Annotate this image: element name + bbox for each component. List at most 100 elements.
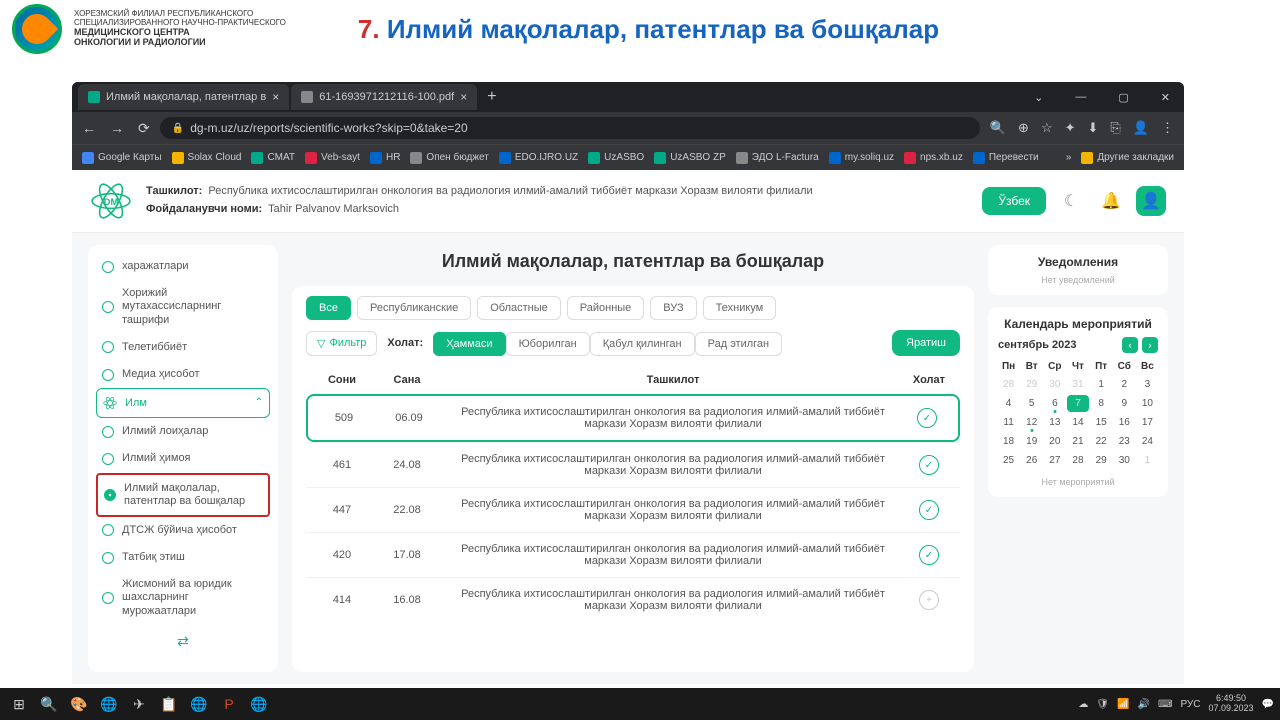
bookmark-item[interactable]: Veb-sayt: [305, 152, 360, 164]
filter-button[interactable]: ▽ Фильтр: [306, 331, 377, 356]
check-icon[interactable]: ✓: [919, 455, 939, 475]
calendar-day[interactable]: 21: [1067, 433, 1088, 450]
avatar-icon[interactable]: 👤: [1133, 120, 1149, 136]
scope-pill[interactable]: Техникум: [703, 296, 777, 320]
edge-icon[interactable]: 🌐: [186, 691, 212, 717]
bookmark-other[interactable]: Другие закладки: [1081, 152, 1174, 164]
calendar-day[interactable]: 3: [1137, 376, 1158, 393]
table-row[interactable]: 42017.08Республика ихтисослаштирилган он…: [306, 532, 960, 577]
status-pill[interactable]: Ҳаммаси: [433, 332, 505, 356]
sidebar-item[interactable]: Илмий мақолалар, патентлар ва бошқалар: [96, 473, 270, 517]
bell-icon[interactable]: 🔔: [1096, 186, 1126, 216]
check-icon[interactable]: ✓: [919, 500, 939, 520]
bookmark-item[interactable]: Google Карты: [82, 152, 162, 164]
calendar-day[interactable]: 12: [1021, 414, 1042, 431]
calendar-day[interactable]: 6: [1044, 395, 1065, 412]
browser-tab[interactable]: Илмий мақолалар, патентлар в ×: [78, 84, 289, 110]
swap-icon[interactable]: ⇄: [96, 633, 270, 650]
lang-indicator[interactable]: РУС: [1180, 699, 1200, 710]
bookmark-item[interactable]: HR: [370, 152, 400, 164]
calendar-day[interactable]: 8: [1091, 395, 1112, 412]
chrome-icon[interactable]: 🌐: [246, 691, 272, 717]
close-icon[interactable]: ✕: [1153, 89, 1178, 106]
forward-icon[interactable]: →: [110, 120, 124, 137]
bookmarks-chevron-icon[interactable]: »: [1066, 152, 1072, 163]
bookmark-item[interactable]: Solax Cloud: [172, 152, 242, 164]
bookmark-item[interactable]: UzASBO ZP: [654, 152, 726, 164]
bookmark-item[interactable]: EDO.IJRO.UZ: [499, 152, 578, 164]
bookmark-item[interactable]: UzASBO: [588, 152, 644, 164]
calendar-day[interactable]: 16: [1114, 414, 1135, 431]
sidebar-item[interactable]: харажатлари: [96, 253, 270, 280]
tray-icon[interactable]: ⌨: [1158, 699, 1172, 710]
back-icon[interactable]: ←: [82, 120, 96, 137]
check-icon[interactable]: ✓: [919, 545, 939, 565]
table-row[interactable]: 44722.08Республика ихтисослаштирилган он…: [306, 487, 960, 532]
star-icon[interactable]: ☆: [1041, 120, 1053, 136]
app-icon[interactable]: 🎨: [66, 691, 92, 717]
bookmark-item[interactable]: Перевести: [973, 152, 1039, 164]
bookmark-item[interactable]: my.soliq.uz: [829, 152, 894, 164]
chrome-icon[interactable]: 🌐: [96, 691, 122, 717]
tab-close-icon[interactable]: ×: [460, 90, 467, 104]
sidebar-item[interactable]: Татбиқ этиш: [96, 544, 270, 571]
reload-icon[interactable]: ⟳: [138, 120, 150, 137]
prev-month-icon[interactable]: ‹: [1122, 337, 1138, 353]
bookmark-item[interactable]: ЭДО L-Factura: [736, 152, 819, 164]
check-icon[interactable]: ✓: [917, 408, 937, 428]
calendar-day[interactable]: 13: [1044, 414, 1065, 431]
table-row[interactable]: 41416.08Республика ихтисослаштирилган он…: [306, 577, 960, 622]
scope-pill[interactable]: Все: [306, 296, 351, 320]
sidebar-item[interactable]: Телетиббиёт: [96, 334, 270, 361]
maximize-icon[interactable]: ▢: [1110, 89, 1136, 106]
calendar-day[interactable]: 1: [1137, 452, 1158, 469]
calendar-day[interactable]: 29: [1091, 452, 1112, 469]
scope-pill[interactable]: ВУЗ: [650, 296, 696, 320]
calendar-day[interactable]: 28: [998, 376, 1019, 393]
translate-icon[interactable]: ⊕: [1018, 120, 1029, 136]
menu-icon[interactable]: ⋮: [1161, 120, 1174, 136]
calendar-day[interactable]: 7: [1067, 395, 1088, 412]
table-row[interactable]: 46124.08Республика ихтисослаштирилган он…: [306, 442, 960, 487]
table-row[interactable]: 50906.09Республика ихтисослаштирилган он…: [306, 394, 960, 442]
sidebar-item[interactable]: Илмий ҳимоя: [96, 445, 270, 472]
app-icon[interactable]: 📋: [156, 691, 182, 717]
calendar-day[interactable]: 28: [1067, 452, 1088, 469]
sidebar-item[interactable]: Хорижий мутахассисларнинг ташрифи: [96, 280, 270, 334]
tray-icon[interactable]: 📶: [1117, 699, 1129, 710]
calendar-day[interactable]: 2: [1114, 376, 1135, 393]
calendar-day[interactable]: 19: [1021, 433, 1042, 450]
powerpoint-icon[interactable]: P: [216, 691, 242, 717]
tray-icon[interactable]: ☁: [1078, 699, 1088, 710]
calendar-day[interactable]: 27: [1044, 452, 1065, 469]
telegram-icon[interactable]: ✈: [126, 691, 152, 717]
next-month-icon[interactable]: ›: [1142, 337, 1158, 353]
calendar-day[interactable]: 30: [1114, 452, 1135, 469]
user-icon[interactable]: 👤: [1136, 186, 1166, 216]
calendar-day[interactable]: 5: [1021, 395, 1042, 412]
calendar-day[interactable]: 26: [1021, 452, 1042, 469]
tab-close-icon[interactable]: ×: [272, 90, 279, 104]
calendar-day[interactable]: 23: [1114, 433, 1135, 450]
scope-pill[interactable]: Областные: [477, 296, 561, 320]
scope-pill[interactable]: Районные: [567, 296, 645, 320]
browser-tab[interactable]: 61-1693971212116-100.pdf ×: [291, 84, 477, 110]
minimize-icon[interactable]: —: [1067, 89, 1094, 106]
plus-icon[interactable]: +: [919, 590, 939, 610]
calendar-day[interactable]: 1: [1091, 376, 1112, 393]
bookmark-item[interactable]: CMAT: [251, 152, 295, 164]
calendar-day[interactable]: 22: [1091, 433, 1112, 450]
calendar-day[interactable]: 24: [1137, 433, 1158, 450]
sidebar-item[interactable]: Илм⌃: [96, 388, 270, 418]
calendar-day[interactable]: 15: [1091, 414, 1112, 431]
bookmark-item[interactable]: nps.xb.uz: [904, 152, 963, 164]
sidebar-item[interactable]: Жисмоний ва юридик шахсларнинг мурожаатл…: [96, 571, 270, 625]
calendar-day[interactable]: 4: [998, 395, 1019, 412]
calendar-day[interactable]: 29: [1021, 376, 1042, 393]
search-icon[interactable]: 🔍: [36, 691, 62, 717]
calendar-day[interactable]: 11: [998, 414, 1019, 431]
language-button[interactable]: Ўзбек: [982, 187, 1046, 215]
status-pill[interactable]: Юборилган: [506, 332, 590, 356]
notification-icon[interactable]: 💬: [1262, 699, 1274, 710]
search-icon[interactable]: 🔍: [990, 120, 1006, 136]
